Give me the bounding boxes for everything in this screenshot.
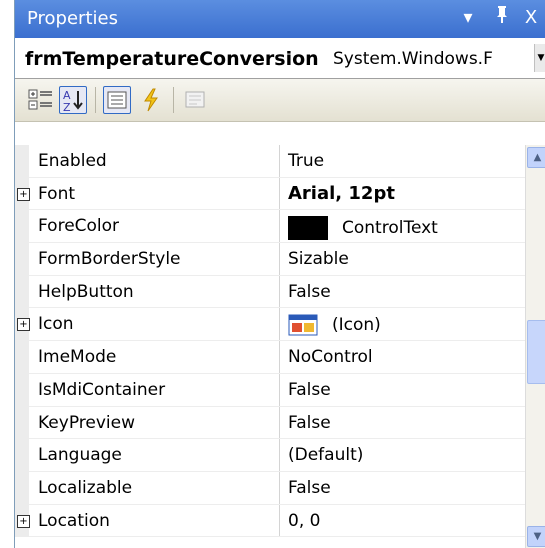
column-divider (279, 275, 280, 309)
property-value[interactable]: Sizable (288, 249, 349, 269)
column-divider (279, 406, 280, 440)
column-divider (279, 504, 280, 538)
property-row-font[interactable]: + Font Arial, 12pt (15, 177, 525, 211)
row-gutter (15, 373, 29, 407)
property-value-text: 0, 0 (288, 510, 321, 531)
property-value-text: False (288, 281, 331, 302)
window-menu-icon[interactable]: ▾ (455, 4, 481, 32)
column-divider (279, 439, 280, 472)
properties-view-icon[interactable] (103, 86, 131, 114)
property-name: Location (38, 510, 110, 531)
vertical-scrollbar[interactable]: ▲ ▼ (525, 145, 545, 548)
property-grid: Enabled True + Font Arial, 12pt ForeColor Cont… (15, 145, 525, 538)
property-name: ImeMode (38, 347, 117, 368)
property-value[interactable]: (Icon) (288, 314, 381, 336)
property-value-text: Arial, 12pt (288, 182, 395, 204)
property-value-text: (Icon) (332, 315, 381, 336)
property-value[interactable]: False (288, 380, 331, 400)
properties-window: Properties ▾ X frmTemperatureConversion … (14, 0, 545, 548)
toolbar-separator (173, 87, 174, 113)
column-divider (279, 373, 280, 407)
property-name: HelpButton (38, 281, 134, 302)
scroll-thumb[interactable] (527, 320, 545, 384)
close-icon[interactable]: X (518, 4, 544, 32)
column-divider (279, 471, 280, 505)
pin-icon[interactable] (489, 4, 515, 32)
property-name: Icon (38, 314, 74, 335)
object-type: System.Windows.F (333, 49, 499, 69)
row-gutter (15, 439, 29, 472)
column-divider (279, 177, 280, 211)
property-value[interactable]: 0, 0 (288, 511, 320, 531)
property-row-imemode[interactable]: ImeMode NoControl (15, 341, 525, 374)
property-name: Language (38, 445, 122, 466)
row-gutter (15, 275, 29, 309)
events-lightning-icon[interactable] (137, 86, 165, 114)
property-value[interactable]: False (288, 413, 331, 433)
property-value[interactable]: Arial, 12pt (288, 183, 395, 204)
window-title: Properties (27, 8, 118, 29)
property-name: IsMdiContainer (38, 379, 166, 400)
property-name: Font (38, 183, 76, 204)
title-bar: Properties ▾ X (15, 0, 545, 38)
property-row-formborderstyle[interactable]: FormBorderStyle Sizable (15, 243, 525, 276)
property-value-text: Sizable (288, 249, 349, 270)
row-gutter (15, 406, 29, 440)
property-row-icon[interactable]: + Icon (Icon) (15, 308, 525, 342)
property-value[interactable]: NoControl (288, 347, 373, 367)
property-row-language[interactable]: Language (Default) (15, 439, 525, 472)
categorized-icon[interactable] (27, 86, 55, 114)
property-name: Enabled (38, 151, 107, 171)
property-row-location[interactable]: + Location 0, 0 (15, 504, 525, 538)
scroll-up-icon[interactable]: ▲ (527, 147, 545, 168)
properties-toolbar: A Z (15, 79, 545, 122)
property-value-text: NoControl (288, 347, 373, 368)
property-value[interactable]: ControlText (288, 216, 438, 241)
property-row-forecolor[interactable]: ForeColor ControlText (15, 210, 525, 244)
expand-icon[interactable]: + (17, 187, 30, 201)
property-value[interactable]: False (288, 478, 331, 498)
property-name: ForeColor (38, 216, 120, 237)
property-value[interactable]: False (288, 282, 331, 302)
chevron-down-icon[interactable]: ▼ (534, 44, 545, 72)
property-value[interactable]: True (288, 151, 324, 171)
column-divider (279, 308, 280, 342)
property-value-text: False (288, 412, 331, 433)
property-row-enabled[interactable]: Enabled True (15, 145, 525, 178)
column-divider (279, 243, 280, 276)
svg-text:Z: Z (63, 101, 71, 113)
row-divider (29, 536, 525, 538)
row-gutter (15, 210, 29, 244)
color-swatch (288, 216, 328, 241)
property-row-helpbutton[interactable]: HelpButton False (15, 275, 525, 309)
property-row-ismdicontainer[interactable]: IsMdiContainer False (15, 373, 525, 407)
property-value-text: False (288, 379, 331, 400)
property-name: KeyPreview (38, 412, 135, 433)
property-pages-icon[interactable] (181, 86, 209, 114)
object-name: frmTemperatureConversion (25, 48, 319, 70)
expand-icon[interactable]: + (17, 318, 30, 332)
column-divider (279, 341, 280, 374)
toolbar-separator (95, 87, 96, 113)
row-gutter (15, 145, 29, 178)
scroll-down-icon[interactable]: ▼ (527, 526, 545, 547)
property-row-localizable[interactable]: Localizable False (15, 471, 525, 505)
alphabetical-sort-icon[interactable]: A Z (59, 86, 87, 114)
property-row-keypreview[interactable]: KeyPreview False (15, 406, 525, 440)
object-selector[interactable]: frmTemperatureConversion System.Windows.… (15, 38, 545, 79)
row-gutter (15, 471, 29, 505)
row-gutter (15, 341, 29, 374)
property-name: Localizable (38, 477, 133, 498)
property-value-text: (Default) (288, 445, 364, 466)
property-name: FormBorderStyle (38, 249, 181, 270)
property-value[interactable]: (Default) (288, 445, 363, 465)
column-divider (279, 210, 280, 244)
expand-icon[interactable]: + (17, 514, 30, 528)
property-value-text: False (288, 477, 331, 498)
property-value-text: True (288, 151, 325, 171)
property-value-text: ControlText (342, 218, 438, 239)
form-icon (288, 314, 318, 336)
column-divider (279, 145, 280, 178)
row-gutter (15, 243, 29, 276)
